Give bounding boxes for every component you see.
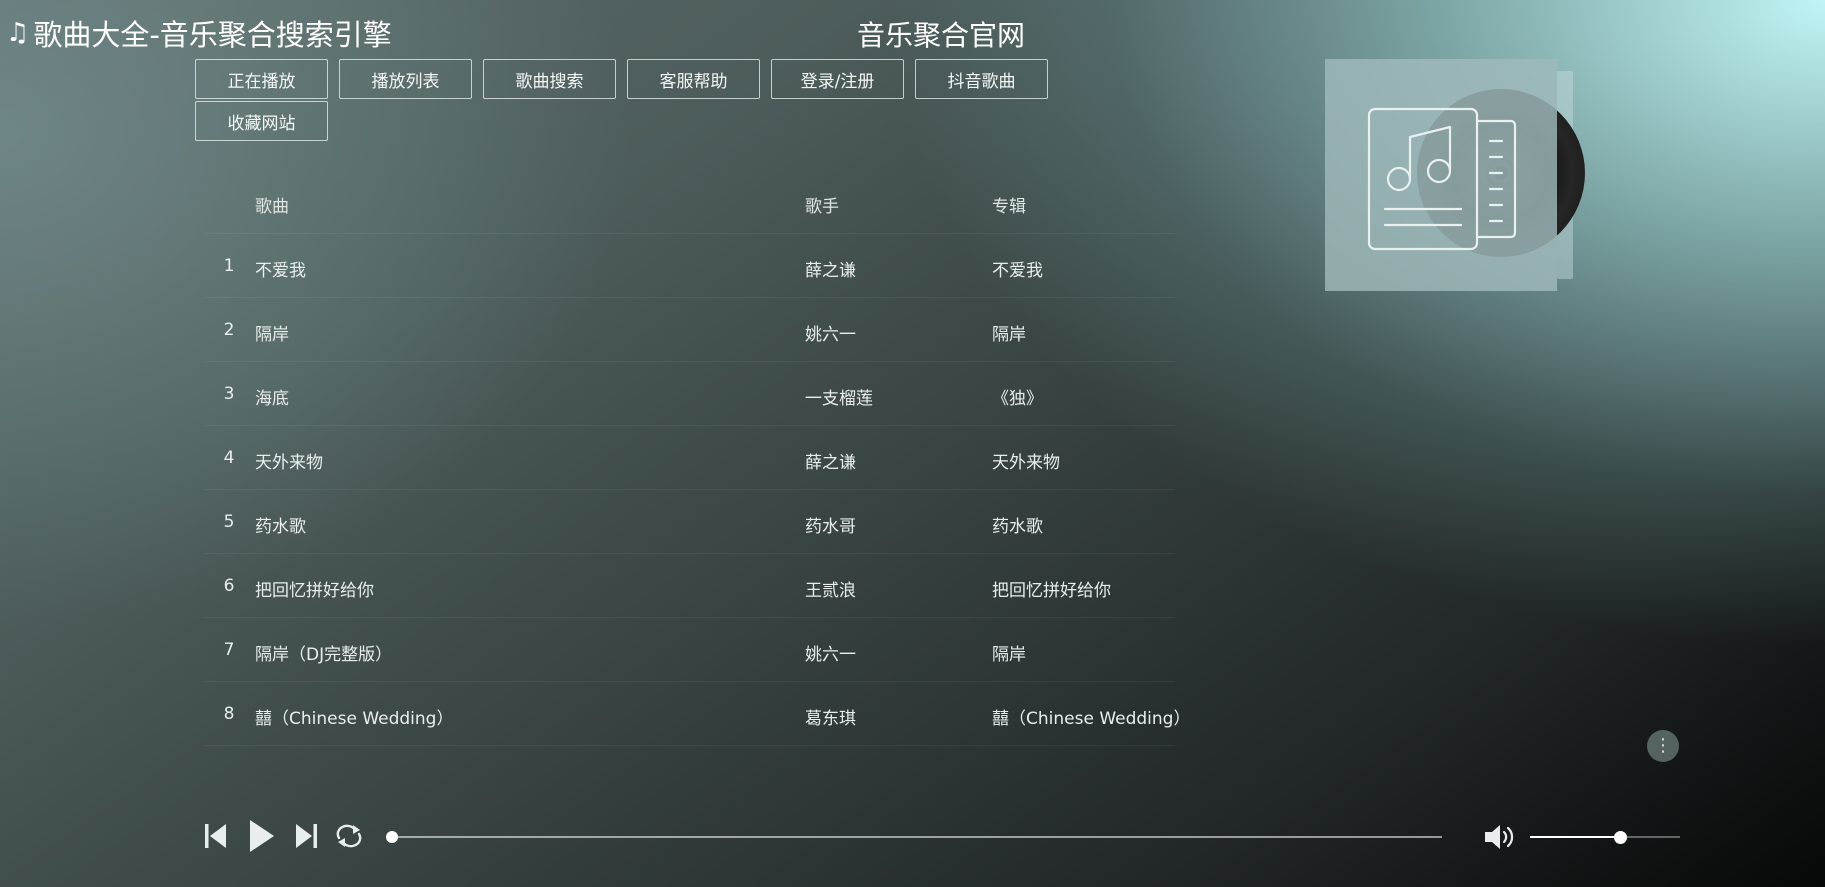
play-icon[interactable] xyxy=(249,819,275,853)
song-title[interactable]: 海底 xyxy=(255,384,289,409)
skip-back-icon[interactable] xyxy=(204,822,228,850)
singer-name[interactable]: 薛之谦 xyxy=(805,448,856,473)
singer-name[interactable]: 葛东琪 xyxy=(805,704,856,729)
music-note-icon: ♫ xyxy=(6,18,30,48)
nav-bar: 正在播放 播放列表 歌曲搜索 客服帮助 登录/注册 抖音歌曲 收藏网站 xyxy=(195,59,1075,143)
singer-name[interactable]: 薛之谦 xyxy=(805,256,856,281)
site-title-text: 歌曲大全-音乐聚合搜索引擎 xyxy=(33,18,392,52)
row-number: 1 xyxy=(223,256,235,276)
progress-handle[interactable] xyxy=(386,831,398,843)
table-header: 歌曲 歌手 专辑 xyxy=(205,170,1175,234)
song-title[interactable]: 把回忆拼好给你 xyxy=(255,576,374,601)
song-title[interactable]: 隔岸 xyxy=(255,320,289,345)
table-row[interactable]: 2 隔岸 姚六一 隔岸 xyxy=(205,298,1175,362)
album-name[interactable]: 天外来物 xyxy=(992,448,1060,473)
album-cover xyxy=(1325,59,1585,291)
table-row[interactable]: 4 天外来物 薛之谦 天外来物 xyxy=(205,426,1175,490)
nav-bookmark-button[interactable]: 收藏网站 xyxy=(195,101,328,141)
skip-forward-icon[interactable] xyxy=(294,822,318,850)
volume-icon[interactable] xyxy=(1483,823,1515,851)
row-number: 3 xyxy=(223,384,235,404)
singer-name[interactable]: 一支榴莲 xyxy=(805,384,873,409)
nav-now-playing-button[interactable]: 正在播放 xyxy=(195,59,328,99)
volume-handle[interactable] xyxy=(1614,831,1627,844)
row-number: 5 xyxy=(223,512,235,532)
cover-art xyxy=(1325,59,1557,291)
table-row[interactable]: 5 药水歌 药水哥 药水歌 xyxy=(205,490,1175,554)
song-table: 歌曲 歌手 专辑 1 不爱我 薛之谦 不爱我 2 隔岸 姚六一 隔岸 3 海底 … xyxy=(205,170,1190,746)
page-title[interactable]: 音乐聚合官网 xyxy=(857,14,1025,54)
more-vertical-icon[interactable]: ⋮ xyxy=(1647,730,1679,762)
table-row[interactable]: 6 把回忆拼好给你 王贰浪 把回忆拼好给你 xyxy=(205,554,1175,618)
music-document-icon xyxy=(1367,107,1517,251)
album-name[interactable]: 囍（Chinese Wedding） xyxy=(992,704,1190,729)
column-header-song: 歌曲 xyxy=(255,197,289,217)
nav-help-button[interactable]: 客服帮助 xyxy=(627,59,760,99)
site-title: ♫ 歌曲大全-音乐聚合搜索引擎 xyxy=(6,12,392,54)
table-row[interactable]: 1 不爱我 薛之谦 不爱我 xyxy=(205,234,1175,298)
column-header-singer: 歌手 xyxy=(805,197,839,217)
album-name[interactable]: 《独》 xyxy=(992,384,1043,409)
nav-login-button[interactable]: 登录/注册 xyxy=(771,59,904,99)
table-row[interactable]: 7 隔岸（DJ完整版） 姚六一 隔岸 xyxy=(205,618,1175,682)
row-number: 6 xyxy=(223,576,235,596)
nav-douyin-songs-button[interactable]: 抖音歌曲 xyxy=(915,59,1048,99)
album-name[interactable]: 隔岸 xyxy=(992,640,1026,665)
row-number: 2 xyxy=(223,320,235,340)
song-title[interactable]: 药水歌 xyxy=(255,512,306,537)
repeat-icon[interactable] xyxy=(335,824,363,848)
song-title[interactable]: 天外来物 xyxy=(255,448,323,473)
album-name[interactable]: 隔岸 xyxy=(992,320,1026,345)
table-row[interactable]: 8 囍（Chinese Wedding） 葛东琪 囍（Chinese Weddi… xyxy=(205,682,1190,746)
row-number: 8 xyxy=(223,704,235,724)
volume-slider[interactable] xyxy=(1530,836,1680,838)
song-title[interactable]: 隔岸（DJ完整版） xyxy=(255,640,392,665)
album-name[interactable]: 药水歌 xyxy=(992,512,1043,537)
player-bar xyxy=(0,810,1825,860)
nav-playlist-button[interactable]: 播放列表 xyxy=(339,59,472,99)
song-title[interactable]: 不爱我 xyxy=(255,256,306,281)
song-title[interactable]: 囍（Chinese Wedding） xyxy=(255,704,453,729)
volume-fill xyxy=(1530,836,1620,838)
album-name[interactable]: 不爱我 xyxy=(992,256,1043,281)
nav-song-search-button[interactable]: 歌曲搜索 xyxy=(483,59,616,99)
row-number: 4 xyxy=(223,448,235,468)
album-name[interactable]: 把回忆拼好给你 xyxy=(992,576,1111,601)
progress-track[interactable] xyxy=(392,836,1442,838)
row-number: 7 xyxy=(223,640,235,660)
singer-name[interactable]: 药水哥 xyxy=(805,512,856,537)
singer-name[interactable]: 王贰浪 xyxy=(805,576,856,601)
singer-name[interactable]: 姚六一 xyxy=(805,640,856,665)
singer-name[interactable]: 姚六一 xyxy=(805,320,856,345)
column-header-album: 专辑 xyxy=(992,197,1026,217)
table-row[interactable]: 3 海底 一支榴莲 《独》 xyxy=(205,362,1175,426)
